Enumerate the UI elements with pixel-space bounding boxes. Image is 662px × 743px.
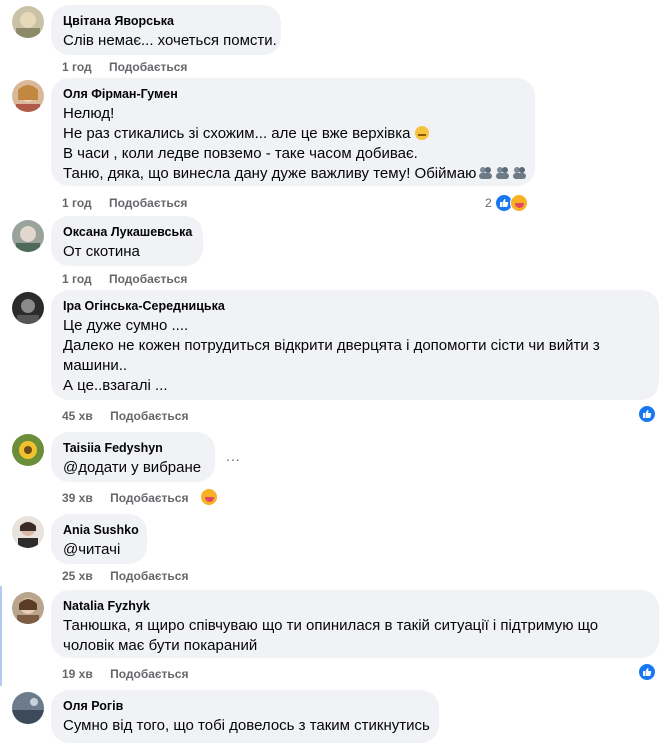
author-name[interactable]: Taisiia Fedyshyn (63, 440, 203, 456)
like-button[interactable]: Подобається (109, 272, 187, 286)
comment-meta: 1 год Подобається (62, 60, 187, 74)
comment-meta: 39 хв Подобається (62, 491, 188, 505)
like-button[interactable]: Подобається (110, 569, 188, 583)
like-reaction-icon (638, 663, 656, 681)
reactions-summary[interactable] (638, 662, 656, 682)
comment-bubble: Ania Sushko @читачі (51, 514, 147, 564)
reactions-summary[interactable]: 2 (485, 193, 528, 213)
reactions-summary[interactable] (638, 404, 656, 424)
avatar[interactable] (12, 592, 44, 624)
people-hugging-icon (496, 167, 510, 179)
comment-bubble: Оля Фірман-Гумен Нелюд! Не раз стикались… (51, 78, 535, 186)
avatar[interactable] (12, 6, 44, 38)
comment-text: Це дуже сумно .... Далеко не кожен потру… (63, 317, 600, 394)
like-button[interactable]: Подобається (110, 667, 188, 681)
comment-bubble: Іра Огінська-Середницька Це дуже сумно .… (51, 290, 659, 400)
comment-meta: 1 год Подобається (62, 272, 187, 286)
timestamp[interactable]: 39 хв (62, 491, 93, 505)
author-name[interactable]: Оля Фірман-Гумен (63, 86, 523, 102)
avatar[interactable] (12, 292, 44, 324)
comment-bubble: Оля Рогів Сумно від того, що тобі довело… (51, 690, 439, 743)
like-button[interactable]: Подобається (110, 491, 188, 505)
comment-text: Слів немає... хочеться помсти. (63, 32, 277, 49)
timestamp[interactable]: 1 год (62, 60, 92, 74)
like-button[interactable]: Подобається (110, 409, 188, 423)
timestamp[interactable]: 25 хв (62, 569, 93, 583)
reactions-count: 2 (485, 196, 492, 210)
avatar[interactable] (12, 516, 44, 548)
people-hugging-icon (479, 167, 493, 179)
comment-meta: 45 хв Подобається (62, 409, 188, 423)
comment-text: От скотина (63, 243, 140, 260)
comment-text: @читачі (63, 541, 121, 558)
unamused-face-icon (414, 126, 429, 140)
author-name[interactable]: Цвітана Яворська (63, 13, 269, 29)
comment-meta: 19 хв Подобається (62, 667, 188, 681)
thread-highlight-bar (0, 586, 2, 686)
author-name[interactable]: Ania Sushko (63, 522, 139, 538)
like-button[interactable]: Подобається (109, 60, 187, 74)
author-name[interactable]: Іра Огінська-Середницька (63, 298, 647, 314)
like-button[interactable]: Подобається (109, 196, 187, 210)
people-hugging-icon (513, 167, 527, 179)
author-name[interactable]: Natalia Fyzhyk (63, 598, 647, 614)
timestamp[interactable]: 1 год (62, 272, 92, 286)
more-options-button[interactable]: ... (226, 448, 241, 464)
comment-bubble: Taisiia Fedyshyn @додати у вибране (51, 432, 215, 482)
comment-meta: 25 хв Подобається (62, 569, 188, 583)
comment-text: Танюшка, я щиро співчуваю що ти опинилас… (63, 617, 599, 654)
avatar[interactable] (12, 80, 44, 112)
reactions-summary[interactable] (200, 487, 218, 507)
author-name[interactable]: Оля Рогів (63, 698, 427, 714)
author-name[interactable]: Оксана Лукашевська (63, 224, 192, 240)
comment-bubble: Цвітана Яворська Слів немає... хочеться … (51, 5, 281, 55)
comment-bubble: Natalia Fyzhyk Танюшка, я щиро співчуваю… (51, 590, 659, 658)
care-reaction-icon (200, 488, 218, 506)
avatar[interactable] (12, 220, 44, 252)
comment-text: Нелюд! Не раз стикались зі схожим... але… (63, 104, 527, 184)
timestamp[interactable]: 1 год (62, 196, 92, 210)
care-reaction-icon (509, 194, 528, 212)
timestamp[interactable]: 45 хв (62, 409, 93, 423)
comment-text: Сумно від того, що тобі довелось з таким… (63, 717, 430, 734)
comment-bubble: Оксана Лукашевська От скотина (51, 216, 203, 266)
like-reaction-icon (638, 405, 656, 423)
avatar[interactable] (12, 434, 44, 466)
avatar[interactable] (12, 692, 44, 724)
timestamp[interactable]: 19 хв (62, 667, 93, 681)
comment-meta: 1 год Подобається (62, 196, 187, 210)
comment-text: @додати у вибране (63, 459, 202, 476)
